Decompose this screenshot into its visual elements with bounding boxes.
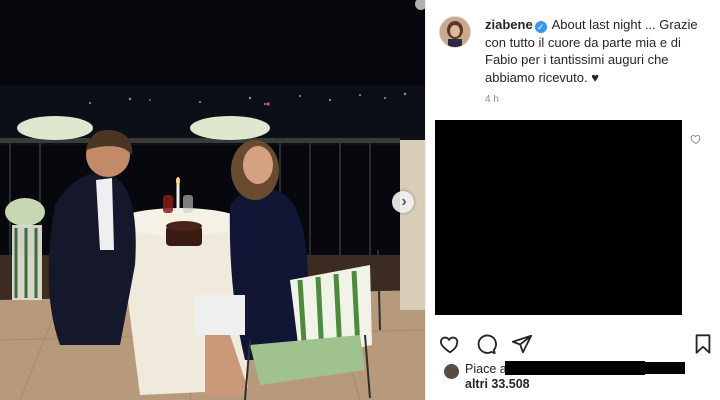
comment-icon[interactable] [475, 333, 497, 355]
verified-badge-icon: ✓ [534, 21, 547, 33]
post-caption: ziabene ✓ About last night ... Grazie con… [485, 16, 715, 86]
paper-plane-icon[interactable] [511, 333, 533, 355]
comment-like-heart-icon[interactable] [690, 133, 702, 145]
photo-scene [0, 0, 425, 400]
post-timestamp[interactable]: 4 h [485, 94, 499, 105]
author-username[interactable]: ziabene [485, 17, 533, 32]
post-side-panel: ziabene ✓ About last night ... Grazie con… [425, 0, 720, 400]
redacted-liker-name [505, 361, 645, 375]
heart-icon[interactable] [439, 333, 461, 355]
post-photo[interactable]: › [0, 0, 425, 400]
chevron-right-icon: › [401, 193, 407, 210]
redacted-comments-area [435, 120, 682, 315]
author-avatar[interactable] [439, 16, 471, 48]
liker-avatar[interactable] [443, 363, 460, 380]
likes-others-count[interactable]: altri 33.508 [465, 377, 530, 391]
next-photo-button[interactable]: › [392, 191, 414, 213]
redacted-liker-name-2 [645, 362, 685, 374]
likes-prefix: Piace a [465, 362, 507, 376]
bookmark-icon[interactable] [692, 333, 714, 355]
